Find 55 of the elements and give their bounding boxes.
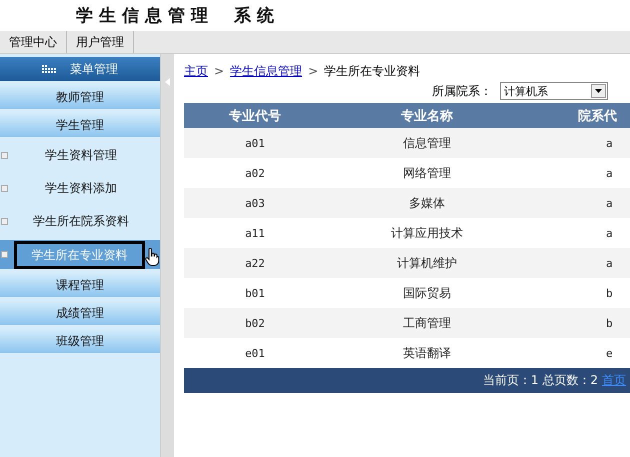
table-cell: a — [528, 128, 630, 158]
menu-group[interactable]: 学生管理 — [0, 113, 160, 137]
breadcrumb-separator: > — [214, 64, 224, 78]
breadcrumb-separator: > — [308, 64, 318, 78]
menu-item[interactable]: 学生资料管理 — [0, 141, 160, 170]
menu-group[interactable]: 教师管理 — [0, 85, 160, 109]
table-cell: a — [528, 158, 630, 188]
column-header: 专业名称 — [326, 103, 528, 128]
menu-group[interactable]: 成绩管理 — [0, 301, 160, 325]
table-cell: 网络管理 — [326, 158, 528, 188]
table-cell: a — [528, 218, 630, 248]
menu-group[interactable]: 班级管理 — [0, 329, 160, 353]
table-cell: 计算机维护 — [326, 248, 528, 278]
table-cell: a — [528, 188, 630, 218]
column-header: 专业代号 — [184, 103, 326, 128]
page-info: 当前页：1 总页数：2 — [482, 372, 598, 389]
app-title: 学生信息管理 系统 — [76, 5, 280, 27]
department-select[interactable]: 计算机系 — [500, 82, 608, 100]
table-cell: 英语翻译 — [326, 338, 528, 368]
splitter-bar[interactable] — [160, 54, 174, 457]
table-cell: b — [528, 278, 630, 308]
menu-group[interactable]: 课程管理 — [0, 273, 160, 297]
table-cell: b — [528, 308, 630, 338]
table-cell: b02 — [184, 308, 326, 338]
bullet-icon — [1, 251, 8, 258]
table-cell: a22 — [184, 248, 326, 278]
table-cell: 国际贸易 — [326, 278, 528, 308]
table-cell: a11 — [184, 218, 326, 248]
menu-item[interactable]: 学生所在院系资料 — [0, 207, 160, 236]
breadcrumb-link[interactable]: 学生信息管理 — [230, 62, 302, 80]
table-cell: 工商管理 — [326, 308, 528, 338]
menu-title: 菜单管理 — [70, 60, 118, 78]
table-cell: 多媒体 — [326, 188, 528, 218]
hand-cursor-icon — [145, 248, 159, 266]
grid-icon — [42, 64, 58, 74]
bullet-icon — [1, 152, 8, 159]
table-cell: 计算应用技术 — [326, 218, 528, 248]
table-cell: a03 — [184, 188, 326, 218]
table-cell: b01 — [184, 278, 326, 308]
nav-tab[interactable]: 用户管理 — [67, 31, 134, 53]
filter-label: 所属院系： — [432, 82, 492, 100]
bullet-icon — [1, 185, 8, 192]
menu-item[interactable]: 学生资料添加 — [0, 174, 160, 203]
table-cell: 信息管理 — [326, 128, 528, 158]
table-cell: a01 — [184, 128, 326, 158]
breadcrumb-current: 学生所在专业资料 — [324, 62, 420, 80]
collapse-arrow-icon[interactable] — [165, 78, 170, 86]
table-cell: a02 — [184, 158, 326, 188]
table-cell: e — [528, 338, 630, 368]
table-cell: e01 — [184, 338, 326, 368]
breadcrumb-link[interactable]: 主页 — [184, 62, 208, 80]
bullet-icon — [1, 218, 8, 225]
nav-tab[interactable]: 管理中心 — [0, 31, 67, 53]
column-header: 院系代 — [528, 103, 630, 128]
table-cell: a — [528, 248, 630, 278]
